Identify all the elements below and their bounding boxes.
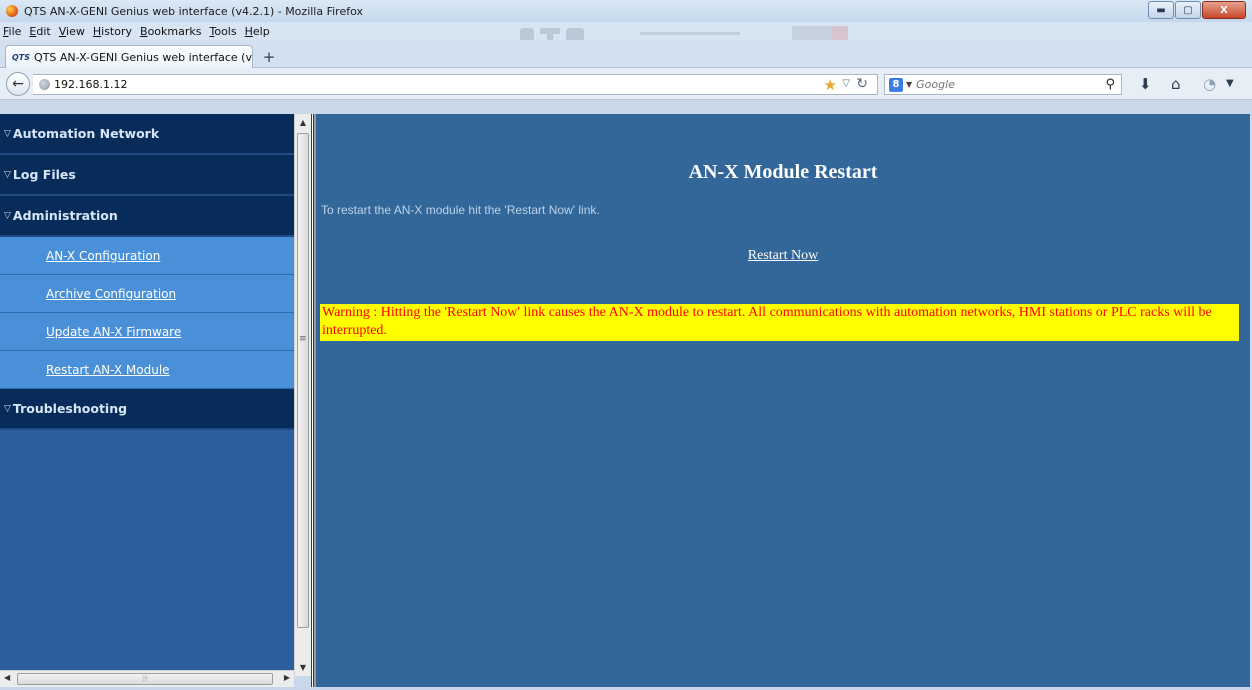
navigation-bar: ← 192.168.1.12 ★ ▽ ↻ 8 ▼ ⚲ ⬇ ⌂ ◔ ▼ [0, 68, 1252, 100]
sidebar-item-anx-configuration[interactable]: AN-X Configuration [0, 237, 294, 275]
bookmark-star-icon[interactable]: ★ [824, 76, 837, 94]
expand-triangle-icon: ▽ [4, 403, 11, 414]
menu-dropdown-icon[interactable]: ▼ [1226, 78, 1234, 89]
search-input[interactable] [916, 78, 1067, 91]
minimize-button[interactable]: ▬ [1148, 1, 1174, 19]
engine-dropdown-icon[interactable]: ▼ [906, 80, 912, 89]
expand-triangle-icon: ▽ [4, 128, 11, 139]
sidebar-horizontal-scrollbar[interactable]: ◀ ⦙⦙⦙ ▶ [0, 670, 294, 687]
search-engine-icon[interactable]: 8 [889, 77, 903, 92]
sidebar-vertical-scrollbar[interactable]: ▲ ≡ ▼ [294, 114, 311, 676]
menu-bookmarks[interactable]: Bookmarks [140, 25, 201, 38]
expand-triangle-icon: ▽ [4, 210, 11, 221]
close-button[interactable]: X [1202, 1, 1246, 19]
addon-icon[interactable]: ◔ [1203, 75, 1216, 93]
scroll-up-arrow-icon[interactable]: ▲ [295, 114, 311, 131]
tab-title: QTS AN-X-GENI Genius web interface (v... [34, 50, 252, 64]
scroll-left-arrow-icon[interactable]: ◀ [4, 673, 10, 682]
sidebar-item-restart-module[interactable]: Restart AN-X Module [0, 351, 294, 389]
maximize-button[interactable]: ▢ [1175, 1, 1201, 19]
window-titlebar: QTS AN-X-GENI Genius web interface (v4.2… [0, 0, 1252, 22]
sidebar-item-label[interactable]: AN-X Configuration [46, 249, 160, 263]
sidebar-section-log-files[interactable]: ▽ Log Files [0, 155, 294, 196]
scrollbar-thumb[interactable]: ⦙⦙⦙ [17, 673, 273, 685]
main-content: AN-X Module Restart To restart the AN-X … [316, 114, 1250, 688]
intro-text: To restart the AN-X module hit the 'Rest… [321, 203, 600, 217]
url-bar[interactable]: 192.168.1.12 ★ ▽ ↻ [33, 74, 878, 95]
menu-history[interactable]: History [93, 25, 132, 38]
menu-edit[interactable]: Edit [29, 25, 50, 38]
home-icon[interactable]: ⌂ [1171, 75, 1181, 93]
sidebar-section-label: Automation Network [12, 126, 160, 141]
restart-now-link[interactable]: Restart Now [748, 248, 818, 263]
menu-help[interactable]: Help [245, 25, 270, 38]
warning-message: Warning : Hitting the 'Restart Now' link… [320, 304, 1239, 341]
menu-tools[interactable]: Tools [209, 25, 236, 38]
tab-strip: QTS QTS AN-X-GENI Genius web interface (… [0, 40, 1252, 68]
scroll-down-arrow-icon[interactable]: ▼ [295, 659, 311, 676]
sidebar-item-label[interactable]: Update AN-X Firmware [46, 325, 181, 339]
sidebar-item-label[interactable]: Restart AN-X Module [46, 363, 170, 377]
page-title: AN-X Module Restart [688, 161, 878, 183]
tab-active[interactable]: QTS QTS AN-X-GENI Genius web interface (… [5, 45, 253, 68]
window-controls: ▬ ▢ X [1147, 1, 1246, 19]
sidebar-item-update-firmware[interactable]: Update AN-X Firmware [0, 313, 294, 351]
scrollbar-thumb[interactable]: ≡ [297, 133, 309, 628]
new-tab-button[interactable]: + [258, 49, 280, 67]
sidebar-nav: ▽ Automation Network ▽ Log Files ▽ Admin… [0, 114, 294, 676]
window-title: QTS AN-X-GENI Genius web interface (v4.2… [24, 4, 364, 18]
sidebar-section-troubleshooting[interactable]: ▽ Troubleshooting [0, 389, 294, 430]
search-bar[interactable]: 8 ▼ ⚲ [884, 74, 1122, 95]
firefox-icon [6, 5, 18, 17]
scrollbar-grip-icon: ≡ [299, 334, 307, 344]
search-icon[interactable]: ⚲ [1105, 77, 1115, 92]
restart-link-container: Restart Now [316, 248, 1250, 264]
reload-icon[interactable]: ↻ [856, 76, 868, 92]
sidebar-section-administration[interactable]: ▽ Administration [0, 196, 294, 237]
sidebar-section-label: Log Files [12, 167, 76, 182]
scroll-right-arrow-icon[interactable]: ▶ [284, 673, 290, 682]
menu-view[interactable]: View [59, 25, 85, 38]
menu-bar: File Edit View History Bookmarks Tools H… [0, 22, 1252, 40]
menu-file[interactable]: File [3, 25, 21, 38]
qts-favicon-icon: QTS [12, 52, 31, 62]
site-identity-icon[interactable] [39, 79, 50, 90]
url-history-dropdown-icon[interactable]: ▽ [842, 78, 850, 89]
sidebar-section-label: Administration [12, 208, 118, 223]
url-text[interactable]: 192.168.1.12 [54, 78, 127, 91]
sidebar-section-automation-network[interactable]: ▽ Automation Network [0, 114, 294, 155]
expand-triangle-icon: ▽ [4, 169, 11, 180]
sidebar-item-label[interactable]: Archive Configuration [46, 287, 176, 301]
sidebar-section-label: Troubleshooting [12, 401, 128, 416]
downloads-icon[interactable]: ⬇ [1139, 75, 1152, 93]
back-button[interactable]: ← [6, 72, 30, 96]
sidebar-item-archive-configuration[interactable]: Archive Configuration [0, 275, 294, 313]
